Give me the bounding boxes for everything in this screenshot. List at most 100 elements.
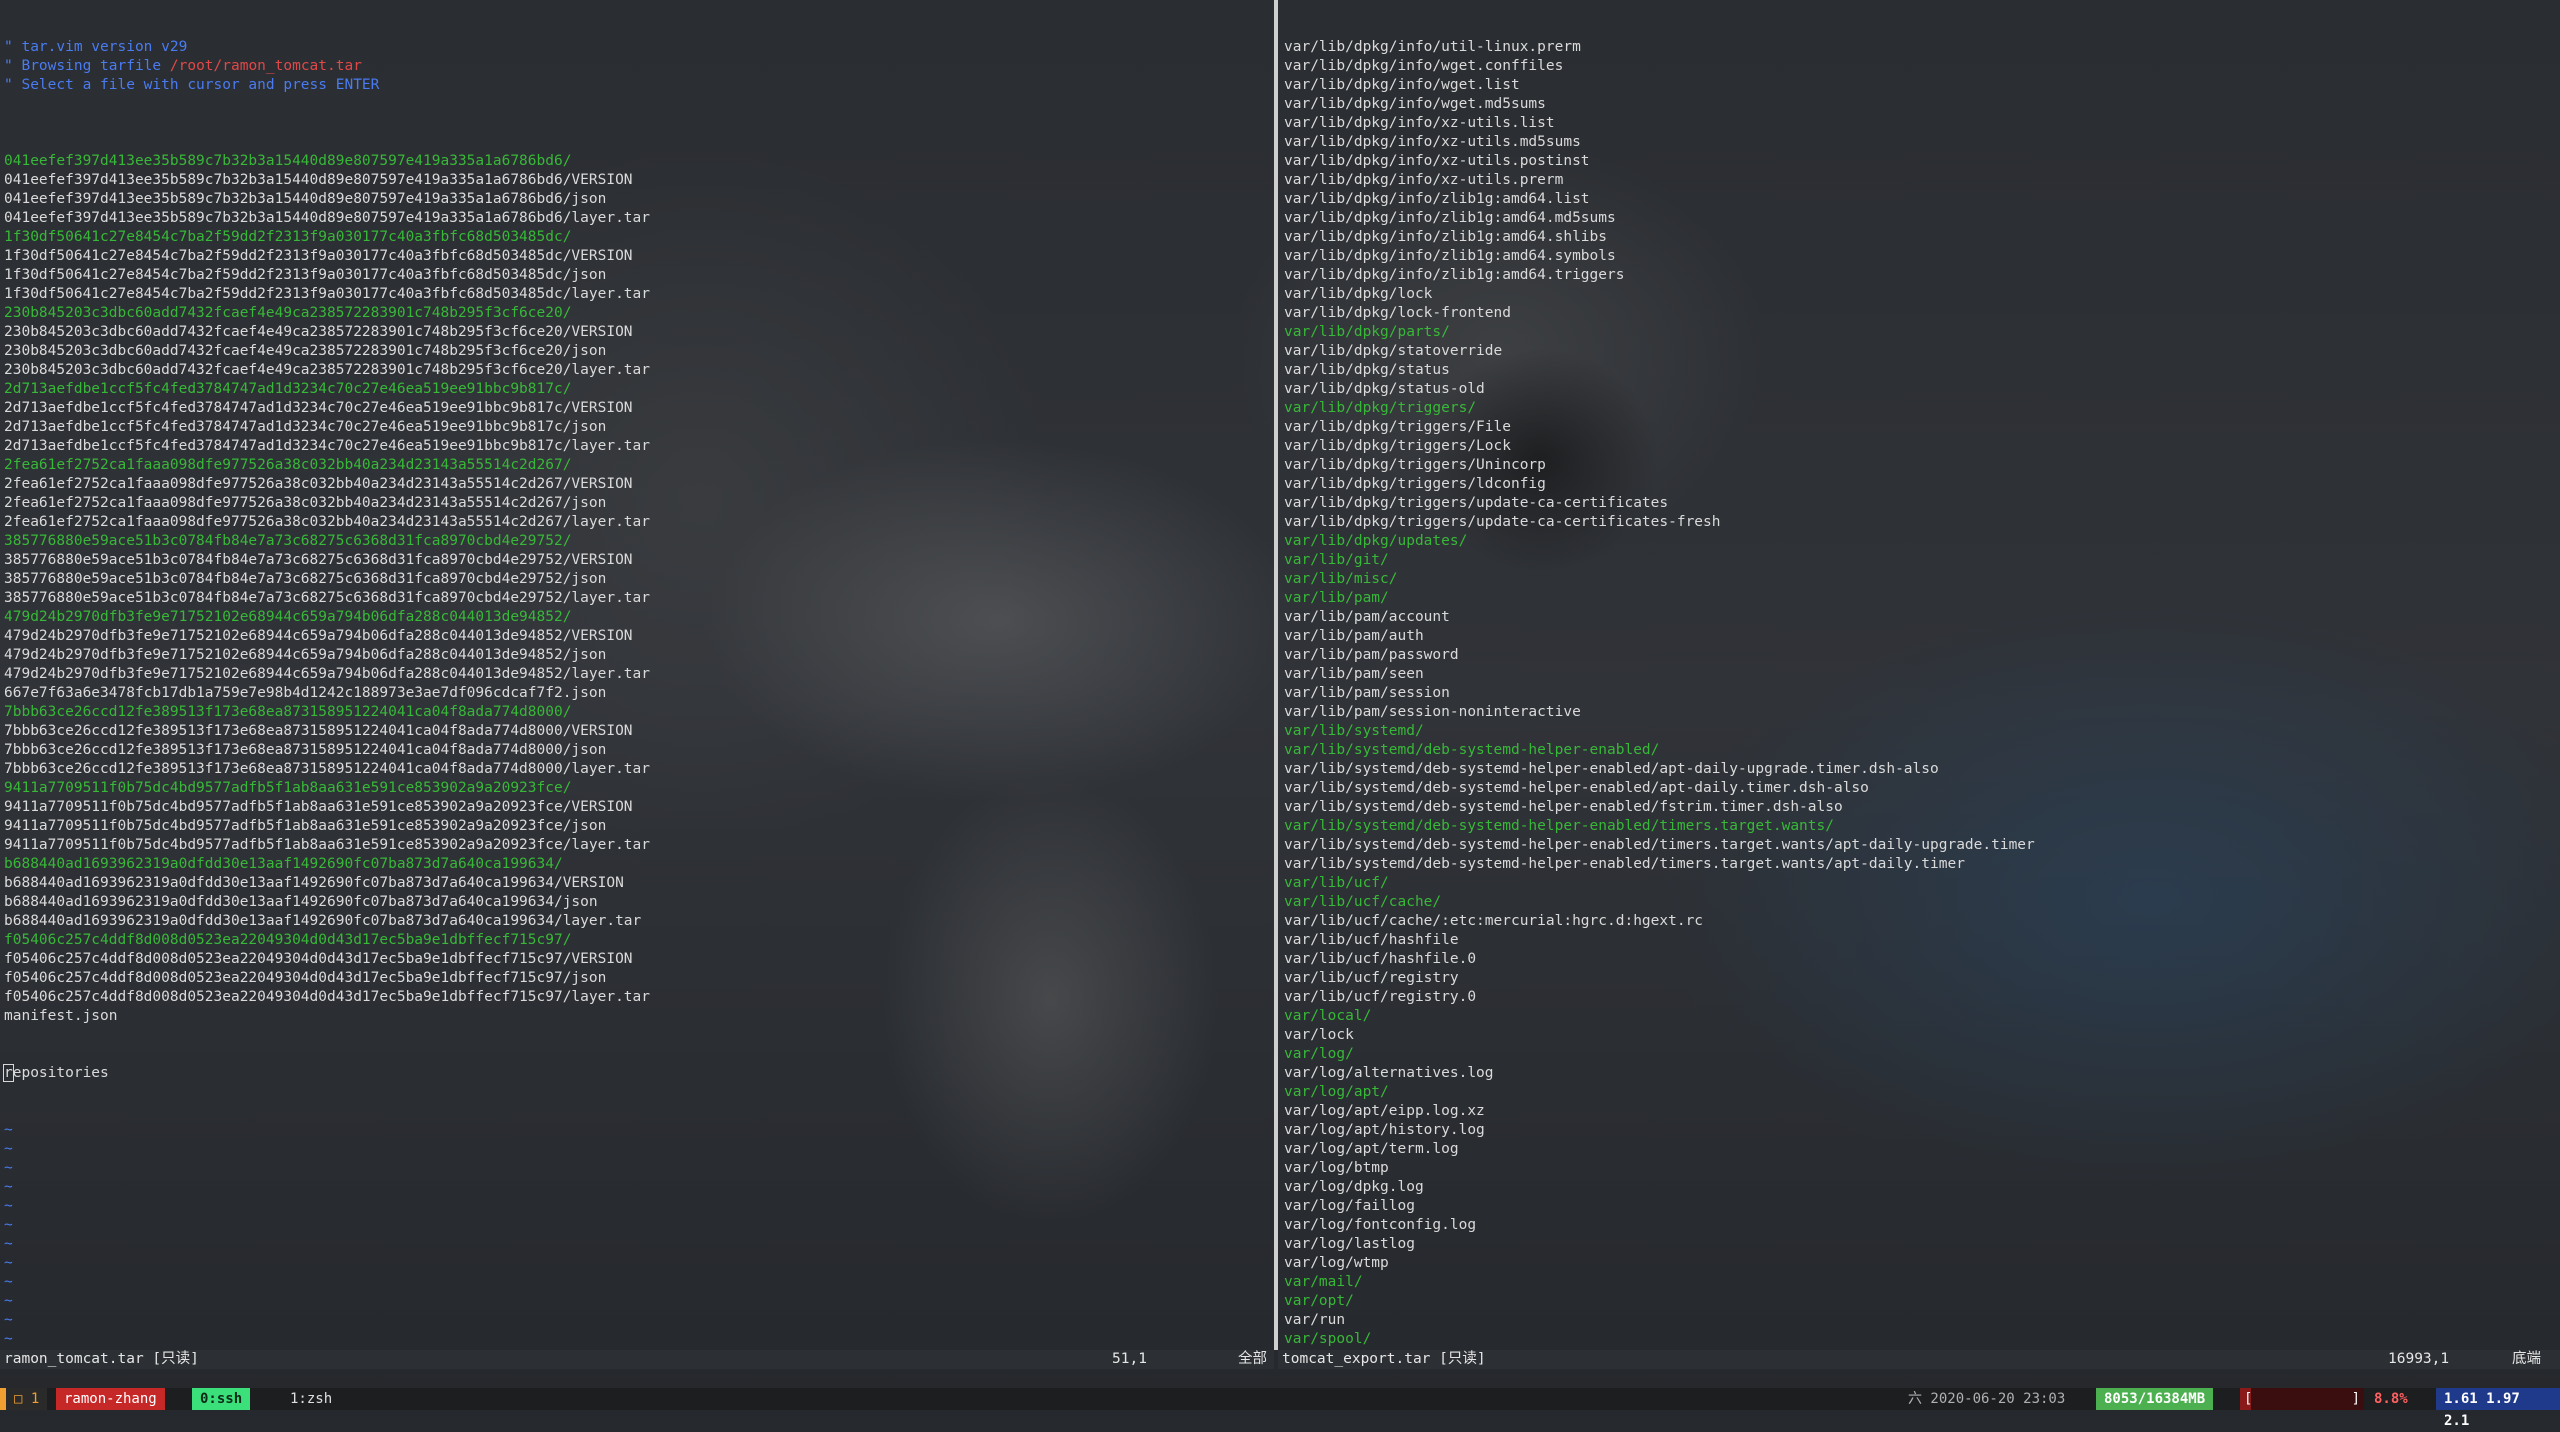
directory-entry[interactable]: var/lib/dpkg/updates/ <box>1280 532 2560 551</box>
file-entry[interactable]: var/lib/dpkg/lock <box>1280 285 2560 304</box>
file-entry[interactable]: var/log/btmp <box>1280 1159 2560 1178</box>
file-entry[interactable]: 385776880e59ace51b3c0784fb84e7a73c68275c… <box>0 551 1272 570</box>
tmux-window-active[interactable]: 0:ssh <box>192 1388 251 1410</box>
directory-entry[interactable]: 2fea61ef2752ca1faaa098dfe977526a38c032bb… <box>0 456 1272 475</box>
file-entry[interactable]: var/lib/dpkg/info/xz-utils.postinst <box>1280 152 2560 171</box>
file-entry[interactable]: f05406c257c4ddf8d008d0523ea22049304d0d43… <box>0 969 1272 988</box>
directory-entry[interactable]: var/log/apt/ <box>1280 1083 2560 1102</box>
file-entry[interactable]: var/lib/dpkg/triggers/ldconfig <box>1280 475 2560 494</box>
file-entry[interactable]: var/lib/dpkg/info/zlib1g:amd64.triggers <box>1280 266 2560 285</box>
directory-entry[interactable]: 9411a7709511f0b75dc4bd9577adfb5f1ab8aa63… <box>0 779 1272 798</box>
file-entry[interactable]: b688440ad1693962319a0dfdd30e13aaf1492690… <box>0 874 1272 893</box>
file-entry[interactable]: 667e7f63a6e3478fcb17db1a759e7e98b4d1242c… <box>0 684 1272 703</box>
cursor-line[interactable]: repositories <box>0 1064 1272 1083</box>
file-entry[interactable]: var/lib/dpkg/triggers/File <box>1280 418 2560 437</box>
file-entry[interactable]: var/lib/systemd/deb-systemd-helper-enabl… <box>1280 836 2560 855</box>
file-entry[interactable]: var/lib/dpkg/info/zlib1g:amd64.shlibs <box>1280 228 2560 247</box>
file-entry[interactable]: var/lib/systemd/deb-systemd-helper-enabl… <box>1280 760 2560 779</box>
file-entry[interactable]: 479d24b2970dfb3fe9e71752102e68944c659a79… <box>0 646 1272 665</box>
file-entry[interactable]: var/lib/pam/seen <box>1280 665 2560 684</box>
file-entry[interactable]: var/log/apt/history.log <box>1280 1121 2560 1140</box>
file-entry[interactable]: var/lib/dpkg/info/zlib1g:amd64.md5sums <box>1280 209 2560 228</box>
directory-entry[interactable]: var/lib/dpkg/parts/ <box>1280 323 2560 342</box>
file-entry[interactable]: var/lib/pam/session <box>1280 684 2560 703</box>
file-entry[interactable]: var/lib/pam/password <box>1280 646 2560 665</box>
file-entry[interactable]: var/log/faillog <box>1280 1197 2560 1216</box>
file-entry[interactable]: 2fea61ef2752ca1faaa098dfe977526a38c032bb… <box>0 494 1272 513</box>
directory-entry[interactable]: 2d713aefdbe1ccf5fc4fed3784747ad1d3234c70… <box>0 380 1272 399</box>
file-entry[interactable]: var/run <box>1280 1311 2560 1330</box>
file-entry[interactable]: 2fea61ef2752ca1faaa098dfe977526a38c032bb… <box>0 513 1272 532</box>
file-entry[interactable]: var/lib/ucf/hashfile.0 <box>1280 950 2560 969</box>
file-entry[interactable]: var/lib/systemd/deb-systemd-helper-enabl… <box>1280 779 2560 798</box>
file-entry[interactable]: 230b845203c3dbc60add7432fcaef4e49ca23857… <box>0 342 1272 361</box>
file-entry[interactable]: var/lib/ucf/cache/:etc:mercurial:hgrc.d:… <box>1280 912 2560 931</box>
file-entry[interactable]: 041eefef397d413ee35b589c7b32b3a15440d89e… <box>0 190 1272 209</box>
directory-entry[interactable]: var/lib/dpkg/triggers/ <box>1280 399 2560 418</box>
file-entry[interactable]: var/log/apt/term.log <box>1280 1140 2560 1159</box>
file-entry[interactable]: 1f30df50641c27e8454c7ba2f59dd2f2313f9a03… <box>0 266 1272 285</box>
file-entry[interactable]: 7bbb63ce26ccd12fe389513f173e68ea87315895… <box>0 760 1272 779</box>
file-entry[interactable]: 7bbb63ce26ccd12fe389513f173e68ea87315895… <box>0 722 1272 741</box>
directory-entry[interactable]: var/local/ <box>1280 1007 2560 1026</box>
file-entry[interactable]: var/lib/dpkg/lock-frontend <box>1280 304 2560 323</box>
directory-entry[interactable]: var/mail/ <box>1280 1273 2560 1292</box>
tmux-window-other[interactable]: 1:zsh <box>282 1388 340 1410</box>
directory-entry[interactable]: var/lib/ucf/ <box>1280 874 2560 893</box>
file-entry[interactable]: var/lib/dpkg/info/zlib1g:amd64.list <box>1280 190 2560 209</box>
file-entry[interactable]: 9411a7709511f0b75dc4bd9577adfb5f1ab8aa63… <box>0 836 1272 855</box>
file-entry[interactable]: var/lib/dpkg/triggers/update-ca-certific… <box>1280 494 2560 513</box>
file-entry[interactable]: var/lib/dpkg/statoverride <box>1280 342 2560 361</box>
file-entry[interactable]: var/lib/dpkg/info/wget.list <box>1280 76 2560 95</box>
file-entry[interactable]: 9411a7709511f0b75dc4bd9577adfb5f1ab8aa63… <box>0 798 1272 817</box>
file-entry[interactable]: 2d713aefdbe1ccf5fc4fed3784747ad1d3234c70… <box>0 437 1272 456</box>
file-entry[interactable]: var/lib/dpkg/status-old <box>1280 380 2560 399</box>
vertical-split-divider[interactable] <box>1274 0 1278 1350</box>
directory-entry[interactable]: 041eefef397d413ee35b589c7b32b3a15440d89e… <box>0 152 1272 171</box>
file-entry[interactable]: var/lib/dpkg/info/xz-utils.md5sums <box>1280 133 2560 152</box>
directory-entry[interactable]: 7bbb63ce26ccd12fe389513f173e68ea87315895… <box>0 703 1272 722</box>
file-entry[interactable]: 2d713aefdbe1ccf5fc4fed3784747ad1d3234c70… <box>0 399 1272 418</box>
file-entry[interactable]: var/lib/ucf/hashfile <box>1280 931 2560 950</box>
file-entry[interactable]: var/lib/dpkg/triggers/Lock <box>1280 437 2560 456</box>
file-entry[interactable]: var/log/wtmp <box>1280 1254 2560 1273</box>
file-entry[interactable]: var/lib/pam/auth <box>1280 627 2560 646</box>
file-entry[interactable]: var/log/alternatives.log <box>1280 1064 2560 1083</box>
directory-entry[interactable]: var/lib/ucf/cache/ <box>1280 893 2560 912</box>
file-entry[interactable]: b688440ad1693962319a0dfdd30e13aaf1492690… <box>0 912 1272 931</box>
file-entry[interactable]: 479d24b2970dfb3fe9e71752102e68944c659a79… <box>0 665 1272 684</box>
file-entry[interactable]: 1f30df50641c27e8454c7ba2f59dd2f2313f9a03… <box>0 247 1272 266</box>
directory-entry[interactable]: var/lib/misc/ <box>1280 570 2560 589</box>
directory-entry[interactable]: 385776880e59ace51b3c0784fb84e7a73c68275c… <box>0 532 1272 551</box>
left-vim-pane[interactable]: " tar.vim version v29 " Browsing tarfile … <box>0 0 1272 1350</box>
tar-file-list-right[interactable]: var/lib/dpkg/info/util-linux.prerm var/li… <box>1280 38 2560 1350</box>
file-entry[interactable]: f05406c257c4ddf8d008d0523ea22049304d0d43… <box>0 988 1272 1007</box>
directory-entry[interactable]: 230b845203c3dbc60add7432fcaef4e49ca23857… <box>0 304 1272 323</box>
file-entry[interactable]: var/lib/ucf/registry <box>1280 969 2560 988</box>
file-entry[interactable]: var/lib/systemd/deb-systemd-helper-enabl… <box>1280 798 2560 817</box>
file-entry[interactable]: 2d713aefdbe1ccf5fc4fed3784747ad1d3234c70… <box>0 418 1272 437</box>
file-entry[interactable]: var/lib/systemd/deb-systemd-helper-enabl… <box>1280 855 2560 874</box>
file-entry[interactable]: var/lib/dpkg/info/xz-utils.list <box>1280 114 2560 133</box>
directory-entry[interactable]: 479d24b2970dfb3fe9e71752102e68944c659a79… <box>0 608 1272 627</box>
file-entry[interactable]: 385776880e59ace51b3c0784fb84e7a73c68275c… <box>0 570 1272 589</box>
file-entry[interactable]: var/lib/dpkg/info/zlib1g:amd64.symbols <box>1280 247 2560 266</box>
file-entry[interactable]: b688440ad1693962319a0dfdd30e13aaf1492690… <box>0 893 1272 912</box>
file-entry[interactable]: manifest.json <box>0 1007 1272 1026</box>
file-entry[interactable]: var/lib/dpkg/triggers/Unincorp <box>1280 456 2560 475</box>
tar-file-list[interactable]: 041eefef397d413ee35b589c7b32b3a15440d89e… <box>0 152 1272 1026</box>
directory-entry[interactable]: 1f30df50641c27e8454c7ba2f59dd2f2313f9a03… <box>0 228 1272 247</box>
file-entry[interactable]: var/lib/dpkg/info/wget.conffiles <box>1280 57 2560 76</box>
file-entry[interactable]: var/lib/pam/session-noninteractive <box>1280 703 2560 722</box>
directory-entry[interactable]: f05406c257c4ddf8d008d0523ea22049304d0d43… <box>0 931 1272 950</box>
directory-entry[interactable]: var/lib/git/ <box>1280 551 2560 570</box>
file-entry[interactable]: 2fea61ef2752ca1faaa098dfe977526a38c032bb… <box>0 475 1272 494</box>
file-entry[interactable]: 041eefef397d413ee35b589c7b32b3a15440d89e… <box>0 209 1272 228</box>
file-entry[interactable]: 1f30df50641c27e8454c7ba2f59dd2f2313f9a03… <box>0 285 1272 304</box>
directory-entry[interactable]: var/log/ <box>1280 1045 2560 1064</box>
directory-entry[interactable]: var/lib/pam/ <box>1280 589 2560 608</box>
file-entry[interactable]: 230b845203c3dbc60add7432fcaef4e49ca23857… <box>0 323 1272 342</box>
right-vim-pane[interactable]: var/lib/dpkg/info/util-linux.prerm var/li… <box>1280 0 2560 1350</box>
file-entry[interactable]: var/log/lastlog <box>1280 1235 2560 1254</box>
file-entry[interactable]: 7bbb63ce26ccd12fe389513f173e68ea87315895… <box>0 741 1272 760</box>
